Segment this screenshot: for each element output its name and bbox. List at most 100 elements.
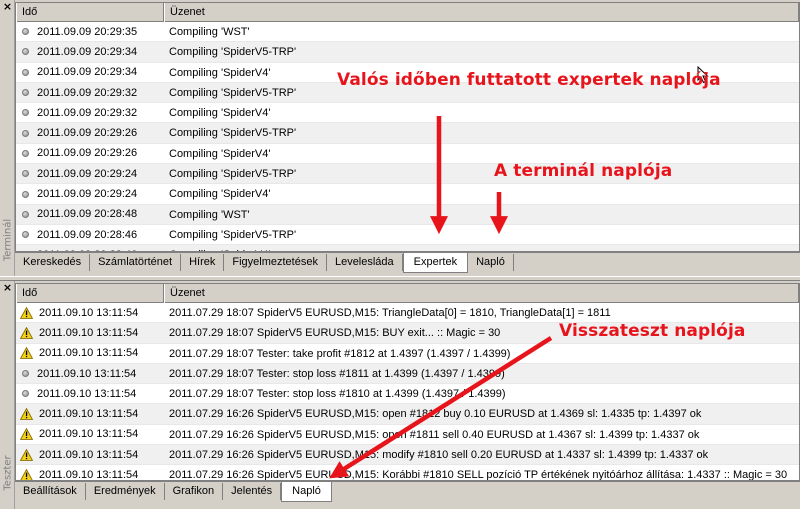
tester-tabbar: Beállítások Eredmények Grafikon Jelentés Nap… <box>15 481 800 503</box>
tab-h-rek[interactable]: Hírek <box>181 254 225 271</box>
tab-napl-[interactable]: Napló <box>468 254 514 271</box>
warning-icon <box>20 326 33 339</box>
table-row[interactable]: 2011.09.09 20:29:26 Compiling 'SpiderV4' <box>16 144 799 165</box>
message-cell: Compiling 'SpiderV4' <box>169 147 271 160</box>
column-header-message[interactable]: Üzenet <box>164 284 799 303</box>
warning-icon <box>20 428 33 441</box>
message-cell: 2011.07.29 16:26 SpiderV5 EURUSD,M15: op… <box>169 428 700 441</box>
time-text: 2011.09.09 20:29:34 <box>37 66 138 79</box>
info-dot-icon <box>22 190 29 198</box>
close-icon[interactable]: × <box>2 282 13 293</box>
table-row[interactable]: 2011.09.10 13:11:54 2011.07.29 16:26 Spid… <box>16 445 799 466</box>
table-row[interactable]: 2011.09.10 13:11:54 2011.07.29 18:07 Test… <box>16 344 799 364</box>
tab-jelent-s[interactable]: Jelentés <box>223 483 282 500</box>
time-cell: 2011.09.10 13:11:54 <box>16 384 164 403</box>
tester-side-strip: × Teszter <box>0 281 15 509</box>
table-row[interactable]: 2011.09.09 20:28:46 Compiling 'SpiderV5-T… <box>16 225 799 246</box>
table-row[interactable]: 2011.09.10 13:11:54 2011.07.29 16:26 Spid… <box>16 465 799 481</box>
time-text: 2011.09.10 13:11:54 <box>39 347 139 360</box>
info-dot-icon <box>22 170 29 178</box>
message-cell: Compiling 'WST' <box>169 26 250 38</box>
info-dot-icon <box>22 210 29 218</box>
info-dot-icon <box>22 231 29 239</box>
info-dot-icon <box>22 109 29 117</box>
time-text: 2011.09.09 20:29:34 <box>37 45 138 58</box>
warning-icon <box>20 347 33 360</box>
message-cell: 2011.07.29 16:26 SpiderV5 EURUSD,M15: op… <box>169 408 702 421</box>
time-cell: 2011.09.10 13:11:54 <box>16 364 164 383</box>
tab-grafikon[interactable]: Grafikon <box>165 483 224 500</box>
message-cell: 2011.07.29 18:07 Tester: take profit #18… <box>169 347 511 360</box>
table-row[interactable]: 2011.09.10 13:11:54 2011.07.29 18:07 Test… <box>16 384 799 405</box>
table-row[interactable]: 2011.09.09 20:29:34 Compiling 'SpiderV5-T… <box>16 42 799 63</box>
time-text: 2011.09.09 20:29:32 <box>37 86 138 99</box>
table-row[interactable]: 2011.09.09 20:28:48 Compiling 'WST' <box>16 204 799 225</box>
info-dot-icon <box>22 149 29 157</box>
time-cell: 2011.09.10 13:11:54 <box>16 344 164 363</box>
time-text: 2011.09.10 13:11:54 <box>37 367 137 380</box>
table-row[interactable]: 2011.09.09 20:29:24 Compiling 'SpiderV5-T… <box>16 164 799 185</box>
annotation-backtest-log: Visszateszt naplója <box>559 321 746 341</box>
time-cell: 2011.09.09 20:28:46 <box>16 245 164 251</box>
table-row[interactable]: 2011.09.09 20:29:26 Compiling 'SpiderV5-T… <box>16 123 799 144</box>
message-cell: Compiling 'SpiderV4' <box>164 245 799 251</box>
warning-icon <box>20 408 33 420</box>
tab-levelesl-da[interactable]: Levelesláda <box>327 254 403 271</box>
time-cell: 2011.09.09 20:29:34 <box>16 42 164 61</box>
message-cell: Compiling 'SpiderV4' <box>169 107 271 120</box>
table-row[interactable]: 2011.09.09 20:29:35 Compiling 'WST' <box>16 22 799 43</box>
terminal-panel: × Terminál Idő Üzenet 2011.09.09 20:29:3… <box>0 0 800 276</box>
time-cell: 2011.09.09 20:29:32 <box>16 103 164 122</box>
time-text: 2011.09.09 20:29:26 <box>37 127 138 140</box>
time-text: 2011.09.10 13:11:54 <box>39 448 139 461</box>
time-text: 2011.09.10 13:11:54 <box>39 428 139 441</box>
tab-figyelmeztet-sek[interactable]: Figyelmeztetések <box>224 254 327 271</box>
time-cell: 2011.09.09 20:29:35 <box>16 22 164 41</box>
tab-napl-[interactable]: Napló <box>281 482 332 502</box>
column-header-message[interactable]: Üzenet <box>164 3 799 22</box>
column-header-time[interactable]: Idő <box>16 284 164 303</box>
terminal-side-strip: × Terminál <box>0 0 15 276</box>
tab-keresked-s[interactable]: Kereskedés <box>15 254 91 271</box>
warning-icon <box>20 448 33 461</box>
message-cell: Compiling 'SpiderV5-TRP' <box>169 127 297 140</box>
message-cell: 2011.07.29 16:26 SpiderV5 EURUSD,M15: Ko… <box>169 469 788 481</box>
message-cell: Compiling 'SpiderV5-TRP' <box>169 228 297 241</box>
time-text: 2011.09.10 13:11:54 <box>39 306 139 319</box>
tab-expertek[interactable]: Expertek <box>402 253 469 273</box>
time-text: 2011.09.09 20:28:46 <box>37 228 138 241</box>
message-cell: 2011.07.29 18:07 Tester: stop loss #1811… <box>169 367 505 380</box>
warning-icon <box>20 469 33 480</box>
message-cell: 2011.07.29 18:07 SpiderV5 EURUSD,M15: Tr… <box>169 307 611 319</box>
column-header-time[interactable]: Idő <box>16 3 164 22</box>
table-row[interactable]: 2011.09.10 13:11:54 2011.07.29 16:26 Spid… <box>16 425 799 446</box>
annotation-terminal-log: A terminál naplója <box>494 161 673 181</box>
message-cell: Compiling 'SpiderV5-TRP' <box>169 46 297 59</box>
time-cell: 2011.09.09 20:29:26 <box>16 144 164 163</box>
time-cell: 2011.09.09 20:29:26 <box>16 123 164 142</box>
table-row[interactable]: 2011.09.10 13:11:54 2011.07.29 16:26 Spid… <box>16 404 799 425</box>
close-icon[interactable]: × <box>2 1 13 12</box>
time-text: 2011.09.09 20:28:48 <box>37 208 138 221</box>
time-cell: 2011.09.10 13:11:54 <box>16 445 164 464</box>
table-row[interactable]: 2011.09.09 20:29:24 Compiling 'SpiderV4' <box>16 184 799 205</box>
time-text: 2011.09.10 13:11:54 <box>39 469 139 481</box>
info-dot-icon <box>22 68 29 76</box>
info-dot-icon <box>22 390 29 398</box>
tab-sz-mlat-rt-net[interactable]: Számlatörténet <box>90 254 182 271</box>
terminal-side-label: Terminál <box>2 218 13 262</box>
time-cell: 2011.09.09 20:28:48 <box>16 205 164 224</box>
table-header: Idő Üzenet <box>16 3 799 22</box>
time-cell: 2011.09.09 20:29:34 <box>16 63 164 82</box>
tester-log-table: Idő Üzenet 2011.09.10 13:11:54 2011.07.29… <box>15 283 800 481</box>
tester-panel: × Teszter Idő Üzenet 2011.09.10 13:11:54… <box>0 281 800 509</box>
time-cell: 2011.09.09 20:28:46 <box>16 225 164 244</box>
table-row[interactable]: 2011.09.09 20:28:46 Compiling 'SpiderV4' <box>16 245 799 251</box>
time-text: 2011.09.09 20:29:35 <box>37 25 138 38</box>
table-row[interactable]: 2011.09.09 20:29:32 Compiling 'SpiderV4' <box>16 103 799 124</box>
tab-be-ll-t-sok[interactable]: Beállítások <box>15 483 86 500</box>
table-row[interactable]: 2011.09.10 13:11:54 2011.07.29 18:07 Test… <box>16 363 799 385</box>
time-text: 2011.09.09 20:29:24 <box>37 167 138 180</box>
info-dot-icon <box>22 129 29 137</box>
tab-eredm-nyek[interactable]: Eredmények <box>86 483 165 500</box>
